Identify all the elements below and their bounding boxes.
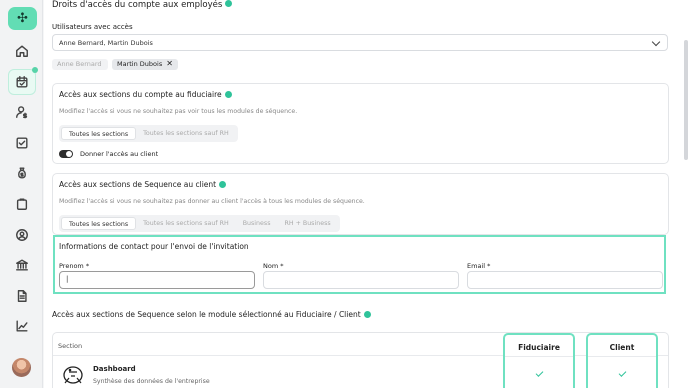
document-icon[interactable]	[11, 285, 33, 307]
main-content: Droits d'accès du compte aux employés Ut…	[44, 0, 688, 388]
nom-input[interactable]	[263, 271, 459, 289]
client-column-header: Client	[609, 343, 635, 352]
users-select-value: Anne Bernard, Martin Dubois	[59, 39, 153, 47]
close-icon[interactable]: ✕	[166, 59, 173, 68]
page-title: Droits d'accès du compte aux employés	[52, 0, 233, 10]
user-chip-anne[interactable]: Anne Bernard	[52, 59, 108, 70]
fiduciaire-access-description: Modifiez l'accès si vous ne souhaitez pa…	[59, 108, 298, 115]
user-dollar-icon[interactable]	[11, 101, 33, 123]
client-access-toggle[interactable]	[59, 150, 73, 158]
client-access-description: Modifiez l'accès si vous ne souhaitez pa…	[59, 198, 365, 205]
column-divider	[588, 356, 656, 357]
option-all-sections[interactable]: Toutes les sections	[61, 217, 137, 230]
check-icon[interactable]	[618, 369, 627, 377]
section-column-header: Section	[58, 342, 83, 350]
user-chip-label: Martin Dubois	[117, 60, 163, 68]
client-column: Client	[586, 333, 658, 388]
email-input[interactable]	[467, 271, 663, 289]
user-circle-icon[interactable]	[11, 224, 33, 246]
email-label: Email *	[467, 262, 491, 270]
modules-permission-table: Section Dashboard Synthèse des données d…	[52, 332, 669, 388]
help-icon[interactable]	[225, 0, 233, 7]
module-description: Synthèse des données de l'entreprise	[93, 378, 210, 385]
prenom-input[interactable]: |	[59, 271, 255, 289]
prenom-label: Prenom *	[59, 262, 90, 270]
column-divider	[505, 356, 573, 357]
checkbox-icon[interactable]	[11, 132, 33, 154]
users-label: Utilisateurs avec accès	[52, 23, 133, 31]
option-all-except-rh[interactable]: Toutes les sections sauf RH	[136, 127, 236, 140]
module-name: Dashboard	[93, 365, 136, 373]
fiduciaire-access-title-text: Accès aux sections du compte au fiduciai…	[59, 90, 222, 99]
clipboard-icon[interactable]	[11, 193, 33, 215]
fiduciaire-column-header: Fiduciaire	[518, 343, 560, 352]
chart-line-icon[interactable]	[11, 315, 33, 337]
option-all-except-rh[interactable]: Toutes les sections sauf RH	[136, 217, 236, 230]
fiduciaire-access-card: Accès aux sections du compte au fiduciai…	[52, 83, 669, 164]
users-select[interactable]: Anne Bernard, Martin Dubois	[52, 34, 668, 51]
option-all-sections[interactable]: Toutes les sections	[61, 127, 137, 140]
fiduciaire-column: Fiduciaire	[503, 333, 575, 388]
home-icon[interactable]	[11, 40, 33, 62]
fiduciaire-access-title: Accès aux sections du compte au fiduciai…	[59, 90, 232, 99]
nom-label: Nom *	[263, 262, 284, 270]
bank-icon[interactable]	[11, 254, 33, 276]
app-logo[interactable]: ✣	[8, 7, 37, 30]
help-icon[interactable]	[224, 90, 232, 98]
client-access-toggle-label: Donner l'accès au client	[80, 150, 159, 158]
option-business[interactable]: Business	[236, 217, 278, 230]
client-access-card: Accès aux sections de Sequence au client…	[52, 173, 669, 235]
fiduciaire-access-segmented: Toutes les sections Toutes les sections …	[59, 125, 238, 142]
header-divider	[53, 355, 668, 356]
client-access-toggle-row: Donner l'accès au client	[59, 150, 158, 158]
user-chip-martin[interactable]: Martin Dubois ✕	[112, 59, 178, 70]
avatar[interactable]	[12, 358, 31, 377]
help-icon[interactable]	[363, 310, 371, 318]
chevron-down-icon[interactable]	[651, 37, 661, 47]
contact-info-title: Informations de contact pour l'envoi de …	[59, 242, 249, 251]
client-access-segmented: Toutes les sections Toutes les sections …	[59, 215, 340, 232]
check-icon[interactable]	[535, 369, 544, 377]
sidebar: ✣	[0, 0, 43, 388]
page-title-text: Droits d'accès du compte aux employés	[52, 0, 223, 10]
help-icon[interactable]	[219, 180, 227, 188]
dashboard-module-icon	[63, 366, 83, 384]
contact-info-panel: Informations de contact pour l'envoi de …	[53, 235, 666, 294]
notification-dot	[32, 67, 38, 73]
modules-access-title-text: Accès aux sections de Sequence selon le …	[52, 310, 361, 319]
modules-access-title: Accès aux sections de Sequence selon le …	[52, 310, 371, 319]
client-access-title-text: Accès aux sections de Sequence au client	[59, 180, 217, 189]
user-chip-label: Anne Bernard	[57, 60, 102, 68]
client-access-title: Accès aux sections de Sequence au client	[59, 180, 227, 189]
logo-glyph: ✣	[17, 11, 28, 26]
scrollbar[interactable]	[684, 40, 688, 160]
option-rh-business[interactable]: RH + Business	[277, 217, 337, 230]
calendar-check-icon[interactable]	[8, 67, 38, 95]
money-bag-icon[interactable]	[11, 162, 33, 184]
